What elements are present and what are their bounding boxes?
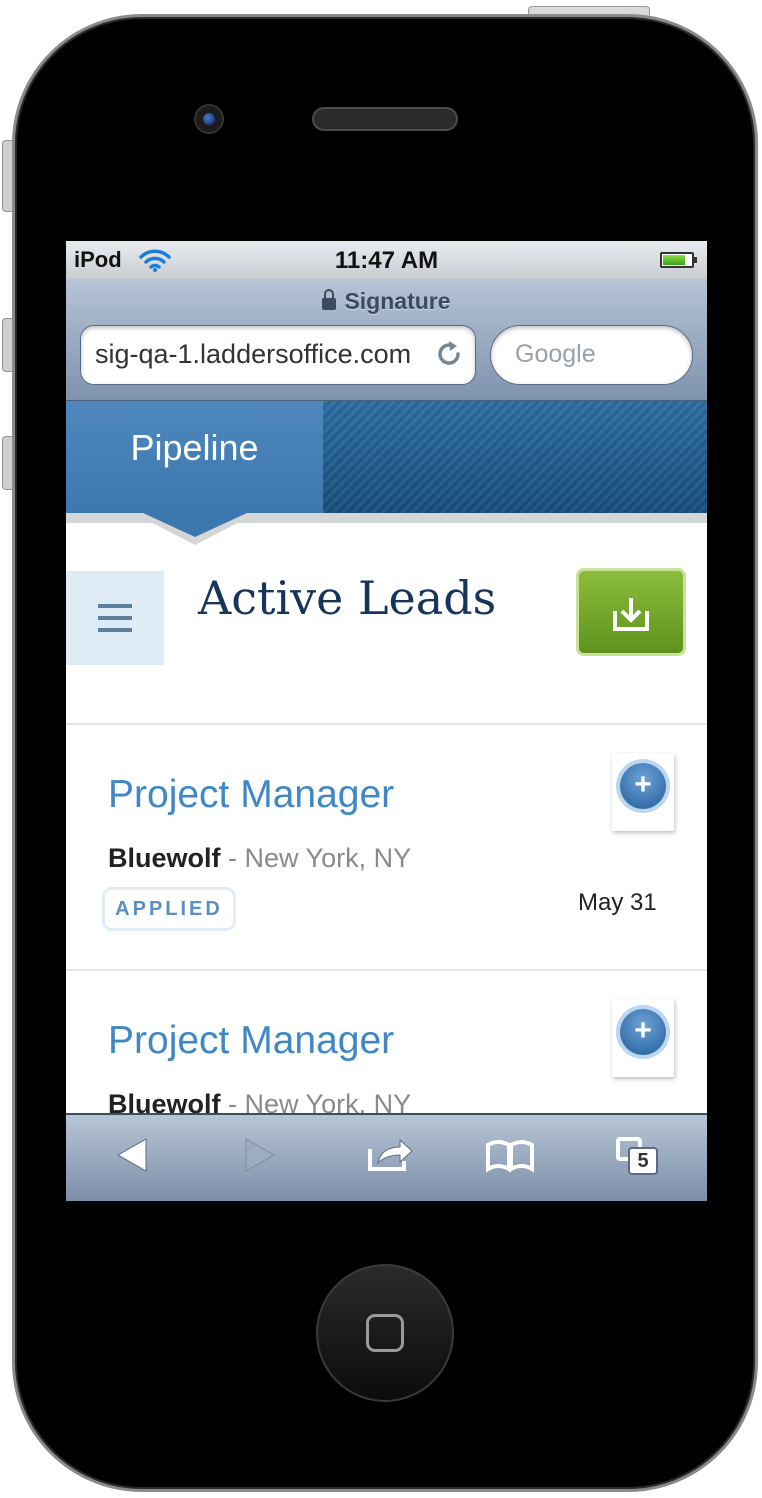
download-icon [613,598,649,631]
status-bar: iPod 11:47 AM [66,241,707,279]
page-heading: Active Leads [198,571,497,625]
header-banner: Pipeline [66,401,707,513]
menu-button[interactable] [66,571,164,665]
back-icon[interactable] [114,1135,150,1175]
screen: iPod 11:47 AM Signature sig-qa-1.ladders… [66,241,707,1201]
add-icon: + [620,763,666,809]
lead-location: New York, NY [244,843,412,873]
reload-icon[interactable] [433,338,465,370]
active-tab-pointer-fill [143,513,247,537]
lock-icon [322,289,337,310]
lead-title[interactable]: Project Manager [108,1019,394,1063]
add-lead-button[interactable]: + [612,999,674,1077]
tab-pipeline-label: Pipeline [130,427,259,468]
battery-icon [660,252,697,268]
home-square-icon [366,1314,404,1352]
tabs-button[interactable]: 5 [614,1135,660,1179]
home-button[interactable] [316,1264,454,1402]
add-icon: + [620,1009,666,1055]
front-camera [194,104,224,134]
download-button[interactable] [576,568,686,656]
page-title: Signature [66,288,707,315]
lead-date: May 31 [578,889,657,916]
add-lead-button[interactable]: + [612,753,674,831]
tab-count-badge: 5 [628,1147,658,1175]
browser-toolbar: 5 [66,1113,707,1201]
menu-icon [98,604,132,608]
bookmarks-icon[interactable] [484,1135,536,1175]
company-name: Bluewolf [108,843,221,873]
share-icon[interactable] [366,1135,416,1175]
address-field[interactable]: sig-qa-1.laddersoffice.com [80,325,476,385]
browser-url-bar: Signature sig-qa-1.laddersoffice.com Goo… [66,279,707,401]
clock: 11:47 AM [334,247,439,274]
search-placeholder: Google [515,340,596,368]
lead-title[interactable]: Project Manager [108,773,394,817]
earpiece-speaker [312,107,458,131]
divider [66,969,707,971]
lead-company: Bluewolf - New York, NY [108,843,412,873]
tab-pipeline[interactable]: Pipeline [66,401,323,513]
search-field[interactable]: Google [490,325,693,385]
forward-icon[interactable] [242,1135,278,1175]
address-text: sig-qa-1.laddersoffice.com [95,339,412,369]
status-badge: APPLIED [102,887,236,931]
divider [66,723,707,725]
